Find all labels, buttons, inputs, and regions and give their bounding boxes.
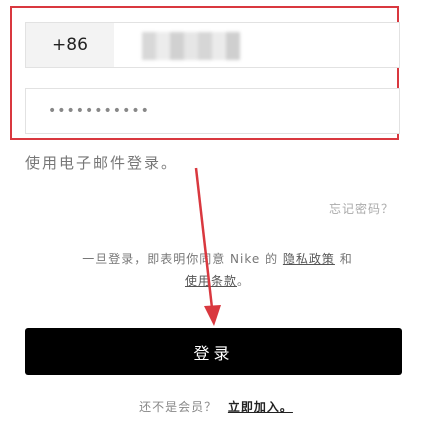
join-row: 还不是会员？ 立即加入。 <box>0 398 432 415</box>
phone-field[interactable]: +86 <box>25 22 400 68</box>
terms-of-use-link[interactable]: 使用条款 <box>185 274 237 288</box>
forgot-password-link[interactable]: 忘记密码？ <box>329 200 394 217</box>
terms-suffix: 。 <box>237 274 251 288</box>
phone-input[interactable] <box>114 23 399 67</box>
privacy-policy-link[interactable]: 隐私政策 <box>283 252 335 266</box>
terms-text: 一旦登录，即表明你同意 Nike 的 隐私政策 和 使用条款。 <box>40 248 395 292</box>
terms-and: 和 <box>339 252 353 266</box>
email-login-link[interactable]: 使用电子邮件登录。 <box>25 152 178 173</box>
terms-prefix: 一旦登录，即表明你同意 Nike 的 <box>82 252 279 266</box>
blurred-phone-number <box>142 32 240 60</box>
join-now-link[interactable]: 立即加入。 <box>228 400 293 414</box>
country-code-selector[interactable]: +86 <box>26 23 114 67</box>
login-button[interactable]: 登录 <box>25 328 402 375</box>
password-value: ••••••••••• <box>48 103 150 119</box>
password-field[interactable]: ••••••••••• <box>25 88 400 134</box>
join-prefix: 还不是会员？ <box>139 400 218 414</box>
